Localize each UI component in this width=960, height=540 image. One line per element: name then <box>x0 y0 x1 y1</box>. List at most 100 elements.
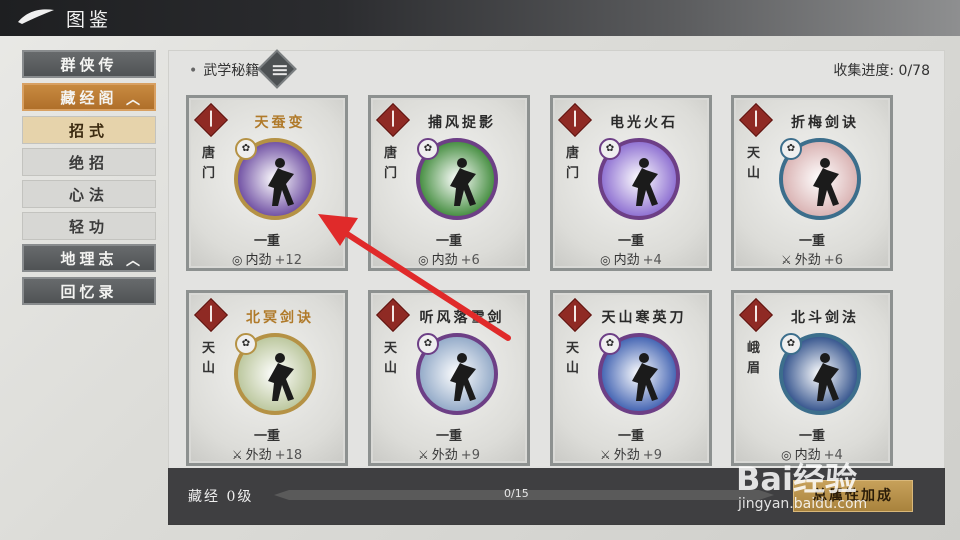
card-stat: ◎ 内劲 +6 <box>371 249 527 268</box>
card-school: 唐门 <box>202 146 216 181</box>
card-name: 北斗剑法 <box>791 310 859 326</box>
card-name: 天山寒英刀 <box>601 310 687 326</box>
list-view-button[interactable] <box>257 49 297 89</box>
sidebar-item-label: 藏经阁 <box>60 88 118 107</box>
martial-figure-icon <box>268 353 294 401</box>
sub-item-lightness[interactable]: 轻功 <box>22 212 156 240</box>
watermark: Bai经验 jingyan.baidu.com <box>730 440 940 522</box>
sect-emblem-icon: ✿ <box>599 333 621 355</box>
card-school: 峨眉 <box>747 341 761 376</box>
level-progress-text: 0/15 <box>504 487 529 500</box>
sidebar-item-label: 群侠传 <box>60 55 118 74</box>
watermark-url: jingyan.baidu.com <box>738 496 868 512</box>
page-title: 图鉴 <box>66 9 113 31</box>
card-rank: 一重 <box>435 429 462 444</box>
collection-progress: 收集进度: 0/78 <box>833 63 930 79</box>
sidebar-item-heroes[interactable]: 群侠传 <box>22 50 156 78</box>
martial-art-card[interactable]: 天蚕变 唐门 ✿ 一重 ◎ 内劲 +12 <box>186 95 348 271</box>
sect-emblem-icon: ✿ <box>235 333 257 355</box>
list-icon <box>272 65 287 68</box>
stat-label: 外劲 <box>794 253 821 268</box>
martial-art-card[interactable]: 听风落雪剑 天山 ✿ 一重 ⚔ 外劲 +9 <box>368 290 530 466</box>
chevron-up-icon: ︿ <box>126 253 144 269</box>
martial-figure-icon <box>632 158 658 206</box>
sub-item-mind-method[interactable]: 心法 <box>22 180 156 208</box>
stat-bonus: +4 <box>642 253 662 268</box>
card-stat: ◎ 内劲 +12 <box>189 249 345 268</box>
chevron-up-icon: ︿ <box>126 92 144 108</box>
sidebar-item-scripture-pavilion[interactable]: 藏经阁 ︿ <box>22 83 156 111</box>
card-school: 唐门 <box>384 146 398 181</box>
card-rank: 一重 <box>617 234 644 249</box>
card-name: 折梅剑诀 <box>791 115 859 131</box>
martial-figure-icon <box>813 158 839 206</box>
spiral-icon: ◎ <box>600 253 611 267</box>
sect-emblem-icon: ✿ <box>780 138 802 160</box>
card-name: 听风落雪剑 <box>419 310 505 326</box>
sword-icon: ⚔ <box>781 253 792 267</box>
sect-emblem-icon: ✿ <box>235 138 257 160</box>
card-stat: ⚔ 外劲 +6 <box>734 249 890 268</box>
sidebar-item-label: 回忆录 <box>60 282 118 301</box>
card-name: 捕风捉影 <box>428 115 496 131</box>
sidebar-item-geography[interactable]: 地理志 ︿ <box>22 244 156 272</box>
card-rank: 一重 <box>253 429 280 444</box>
spiral-icon: ◎ <box>418 253 429 267</box>
card-rank: 一重 <box>798 234 825 249</box>
sword-icon: ⚔ <box>600 448 611 462</box>
category-title: 武学秘籍 <box>189 60 259 80</box>
sidebar: 群侠传 藏经阁 ︿ 招式 绝招 心法 轻功 地理志 ︿ 回忆录 <box>22 50 156 310</box>
stat-label: 外劲 <box>613 448 640 463</box>
spiral-icon: ◎ <box>232 253 243 267</box>
brush-logo-icon <box>18 9 54 24</box>
card-stat: ⚔ 外劲 +9 <box>553 444 709 463</box>
stat-bonus: +9 <box>460 448 480 463</box>
card-stat: ◎ 内劲 +4 <box>553 249 709 268</box>
martial-art-card[interactable]: 折梅剑诀 天山 ✿ 一重 ⚔ 外劲 +6 <box>731 95 893 271</box>
scripture-level: 藏经 0级 <box>188 489 254 505</box>
card-school: 天山 <box>566 341 580 376</box>
martial-art-card[interactable]: 北冥剑诀 天山 ✿ 一重 ⚔ 外劲 +18 <box>186 290 348 466</box>
sub-item-moves[interactable]: 招式 <box>22 116 156 144</box>
top-bar: 图鉴 <box>0 0 960 36</box>
sect-emblem-icon: ✿ <box>780 333 802 355</box>
sect-emblem-icon: ✿ <box>417 138 439 160</box>
card-name: 电光火石 <box>610 115 678 131</box>
card-stat: ⚔ 外劲 +18 <box>189 444 345 463</box>
watermark-brand: Bai经验 <box>736 460 857 498</box>
stat-bonus: +12 <box>274 253 302 268</box>
stat-bonus: +18 <box>274 448 303 463</box>
sidebar-item-label: 地理志 <box>60 249 118 268</box>
martial-figure-icon <box>450 353 476 401</box>
card-rank: 一重 <box>253 234 280 249</box>
card-school: 天山 <box>202 341 216 376</box>
sword-icon: ⚔ <box>418 448 429 462</box>
stat-label: 内劲 <box>431 253 458 268</box>
stat-label: 外劲 <box>431 448 458 463</box>
stat-bonus: +9 <box>642 448 662 463</box>
martial-figure-icon <box>632 353 658 401</box>
stat-label: 内劲 <box>613 253 640 268</box>
martial-art-card[interactable]: 电光火石 唐门 ✿ 一重 ◎ 内劲 +4 <box>550 95 712 271</box>
stat-bonus: +6 <box>823 253 843 268</box>
martial-figure-icon <box>813 353 839 401</box>
sect-emblem-icon: ✿ <box>417 333 439 355</box>
card-stat: ⚔ 外劲 +9 <box>371 444 527 463</box>
sect-emblem-icon: ✿ <box>599 138 621 160</box>
card-rank: 一重 <box>435 234 462 249</box>
card-school: 唐门 <box>566 146 580 181</box>
stat-label: 外劲 <box>245 448 272 463</box>
stat-label: 内劲 <box>245 253 272 268</box>
card-name: 北冥剑诀 <box>246 310 314 326</box>
sub-item-ultimate[interactable]: 绝招 <box>22 148 156 176</box>
sword-icon: ⚔ <box>231 448 243 462</box>
card-school: 天山 <box>384 341 398 376</box>
card-rank: 一重 <box>617 429 644 444</box>
card-school: 天山 <box>747 146 761 181</box>
martial-art-card[interactable]: 捕风捉影 唐门 ✿ 一重 ◎ 内劲 +6 <box>368 95 530 271</box>
panel-header: 武学秘籍 收集进度: 0/78 <box>169 49 944 89</box>
stat-bonus: +6 <box>460 253 480 268</box>
card-name: 天蚕变 <box>254 115 306 131</box>
martial-art-card[interactable]: 天山寒英刀 天山 ✿ 一重 ⚔ 外劲 +9 <box>550 290 712 466</box>
sidebar-item-memories[interactable]: 回忆录 <box>22 277 156 305</box>
